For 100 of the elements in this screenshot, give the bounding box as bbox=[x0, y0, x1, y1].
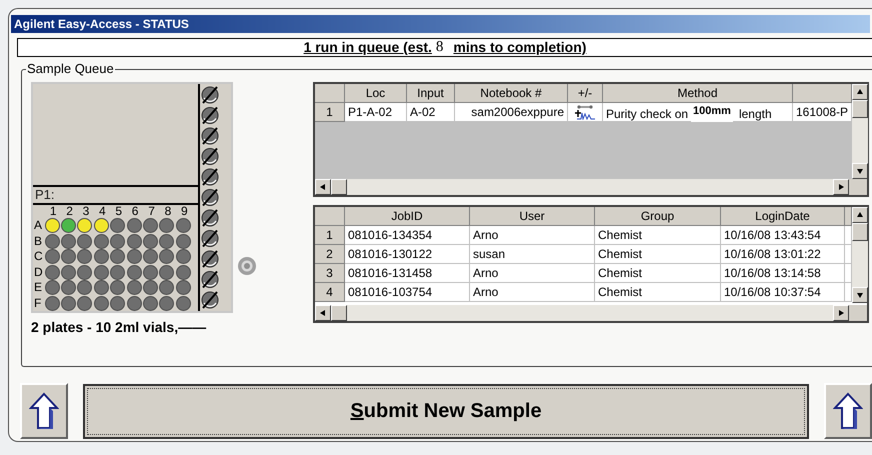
well[interactable] bbox=[143, 218, 158, 234]
well[interactable] bbox=[159, 234, 174, 249]
well[interactable] bbox=[44, 264, 60, 280]
well[interactable] bbox=[44, 218, 60, 234]
table-cell: Arno bbox=[470, 264, 595, 283]
scroll-up-button[interactable] bbox=[852, 84, 868, 100]
well[interactable] bbox=[77, 264, 92, 280]
scroll-thumb[interactable] bbox=[331, 179, 347, 195]
chromatogram-icon[interactable] bbox=[574, 104, 596, 120]
column-header[interactable]: Method bbox=[603, 84, 793, 103]
well[interactable] bbox=[94, 280, 109, 296]
well[interactable] bbox=[126, 264, 142, 280]
well[interactable] bbox=[61, 296, 76, 311]
up-arrow-button[interactable] bbox=[20, 383, 68, 439]
well[interactable] bbox=[143, 264, 158, 280]
scroll-left-button[interactable] bbox=[315, 179, 331, 195]
up-arrow-icon bbox=[833, 392, 863, 430]
scroll-right-button[interactable] bbox=[833, 179, 849, 195]
well[interactable] bbox=[126, 234, 142, 249]
column-label: 3 bbox=[82, 205, 90, 218]
target-icon[interactable] bbox=[237, 256, 257, 276]
well[interactable] bbox=[176, 249, 191, 264]
well[interactable] bbox=[61, 249, 76, 264]
column-label: 5 bbox=[114, 205, 124, 218]
well[interactable] bbox=[94, 249, 109, 264]
well[interactable] bbox=[61, 218, 76, 234]
well[interactable] bbox=[61, 264, 76, 280]
column-header[interactable]: Loc bbox=[345, 84, 407, 103]
up-arrow-button[interactable] bbox=[824, 383, 872, 439]
well[interactable] bbox=[44, 249, 60, 264]
table-cell: 10/16/08 13:14:58 bbox=[721, 264, 845, 283]
column-header[interactable]: User bbox=[470, 207, 595, 226]
table-cell: Chemist bbox=[595, 226, 721, 245]
scroll-thumb[interactable] bbox=[852, 100, 868, 118]
table-cell: Chemist bbox=[595, 283, 721, 302]
scroll-up-button[interactable] bbox=[852, 207, 868, 223]
well[interactable] bbox=[94, 218, 109, 234]
column-label: 2 bbox=[65, 205, 74, 218]
well[interactable] bbox=[126, 249, 142, 264]
well[interactable] bbox=[94, 296, 109, 311]
table-cell: Arno bbox=[470, 283, 595, 302]
well[interactable] bbox=[159, 218, 174, 234]
scroll-thumb[interactable] bbox=[852, 223, 868, 241]
well[interactable] bbox=[143, 280, 158, 296]
row-header: 1 bbox=[315, 226, 345, 245]
well[interactable] bbox=[176, 218, 191, 234]
well[interactable] bbox=[110, 234, 126, 249]
column-label: 7 bbox=[147, 205, 156, 218]
scroll-left-button[interactable] bbox=[315, 305, 331, 321]
well[interactable] bbox=[77, 280, 92, 296]
well[interactable] bbox=[44, 280, 60, 296]
well[interactable] bbox=[110, 218, 126, 234]
well[interactable] bbox=[159, 264, 174, 280]
table-cell: 10/16/08 10:37:54 bbox=[721, 283, 845, 302]
well[interactable] bbox=[159, 296, 174, 311]
well[interactable] bbox=[143, 249, 158, 264]
well[interactable] bbox=[126, 218, 142, 234]
well[interactable] bbox=[77, 218, 92, 234]
well[interactable] bbox=[77, 249, 92, 264]
well[interactable] bbox=[77, 234, 92, 249]
well[interactable] bbox=[143, 234, 158, 249]
window-title: Agilent Easy-Access - STATUS bbox=[14, 16, 189, 33]
submit-button[interactable]: Submit New Sample bbox=[83, 384, 809, 438]
well[interactable] bbox=[176, 296, 191, 311]
well[interactable] bbox=[176, 280, 191, 296]
scroll-thumb[interactable] bbox=[331, 305, 347, 321]
well[interactable] bbox=[110, 249, 126, 264]
column-label: 8 bbox=[164, 205, 172, 218]
column-header[interactable]: Notebook # bbox=[455, 84, 568, 103]
column-header[interactable]: Group bbox=[595, 207, 721, 226]
table-cell: Arno bbox=[470, 226, 595, 245]
scroll-down-button[interactable] bbox=[852, 287, 868, 303]
well[interactable] bbox=[94, 234, 109, 249]
column-header[interactable]: JobID bbox=[345, 207, 470, 226]
well[interactable] bbox=[159, 249, 174, 264]
well[interactable] bbox=[176, 234, 191, 249]
well[interactable] bbox=[44, 234, 60, 249]
well[interactable] bbox=[126, 296, 142, 311]
left-arrow-icon bbox=[319, 309, 327, 317]
column-header[interactable]: +/- bbox=[568, 84, 603, 103]
well[interactable] bbox=[44, 296, 60, 311]
column-label: 4 bbox=[98, 205, 107, 218]
column-label: 9 bbox=[180, 205, 189, 218]
table-cell: 081016-131458 bbox=[345, 264, 470, 283]
well[interactable] bbox=[61, 234, 76, 249]
column-header[interactable]: Input bbox=[407, 84, 455, 103]
well[interactable] bbox=[110, 264, 126, 280]
well[interactable] bbox=[61, 280, 76, 296]
well[interactable] bbox=[176, 264, 191, 280]
scroll-right-button[interactable] bbox=[833, 305, 849, 321]
well[interactable] bbox=[126, 280, 142, 296]
well[interactable] bbox=[94, 264, 109, 280]
well[interactable] bbox=[143, 296, 158, 311]
column-header[interactable]: LoginDate bbox=[721, 207, 845, 226]
well[interactable] bbox=[110, 280, 126, 296]
well[interactable] bbox=[159, 280, 174, 296]
well[interactable] bbox=[77, 296, 92, 311]
scroll-down-button[interactable] bbox=[852, 163, 868, 179]
table-cell: Chemist bbox=[595, 264, 721, 283]
well[interactable] bbox=[110, 296, 126, 311]
